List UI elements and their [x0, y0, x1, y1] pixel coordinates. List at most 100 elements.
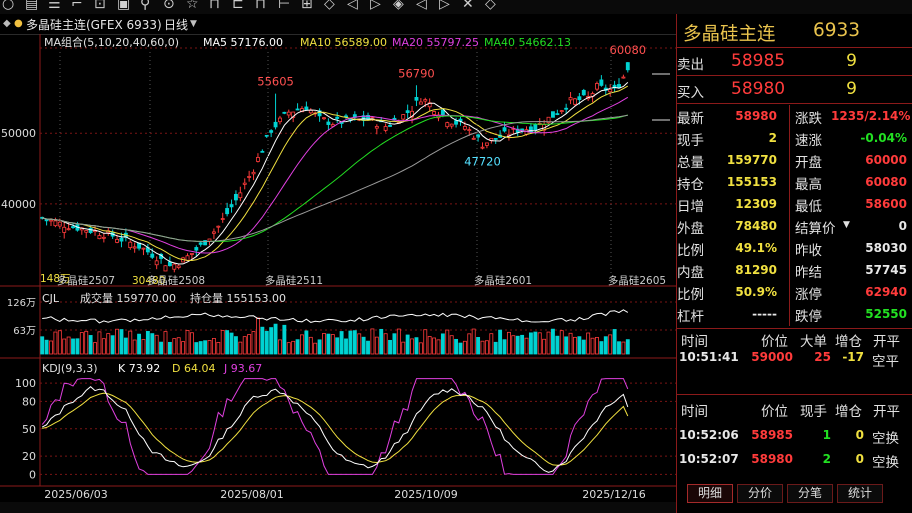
volume-bar	[370, 328, 375, 355]
period-dropdown-icon[interactable]: ▼	[190, 19, 197, 29]
volume-bar	[489, 333, 494, 355]
star-icon[interactable]: ⚲	[140, 0, 150, 12]
chart-icon[interactable]: ⌐	[71, 0, 83, 12]
arrow-left-icon[interactable]: ◈	[393, 0, 404, 12]
tag-icon[interactable]: ▷	[370, 0, 381, 12]
volume-bar	[612, 329, 617, 355]
tick-hand: 2	[822, 452, 831, 466]
sell-row[interactable]: 卖出 58985 9	[677, 51, 912, 73]
volume-bar	[449, 335, 454, 355]
flag-icon[interactable]: ⊏	[232, 0, 244, 12]
candle-body	[551, 111, 555, 118]
ma-legend-group: MA组合(5,10,20,40,60,0)	[44, 35, 179, 49]
quote-row: 日增 12309 最低 58600	[677, 194, 912, 216]
candle-body	[115, 238, 119, 243]
candle-body	[194, 247, 199, 251]
tab-trades[interactable]: 分笔	[787, 484, 833, 503]
big-qty: 25	[814, 350, 831, 364]
kdj-legend-d: D 64.04	[172, 362, 215, 375]
contract-label: 多晶硅2511	[265, 274, 323, 287]
tab-details[interactable]: 明细	[687, 484, 733, 503]
volume-bar	[454, 338, 459, 355]
menu-icon[interactable]: ☰	[48, 0, 61, 12]
volume-bar	[551, 328, 555, 355]
open-interest-line	[42, 309, 629, 324]
volume-bar	[379, 328, 384, 355]
volume-bar	[269, 327, 274, 355]
volume-bar	[97, 331, 102, 355]
chevron-down-icon[interactable]: ▼	[843, 220, 850, 230]
volume-bar	[348, 330, 353, 355]
window-icon[interactable]: ⊙	[163, 0, 175, 12]
kdj-tick-label: 100	[15, 377, 36, 390]
volume-bar	[520, 334, 525, 355]
volume-bar	[176, 337, 181, 355]
instrument-title[interactable]: 多晶硅主连(GFEX 6933)	[26, 16, 162, 33]
volume-bar	[44, 339, 49, 355]
candle-body	[211, 231, 216, 234]
volume-bar	[405, 334, 410, 355]
more-icon[interactable]: ◇	[485, 0, 496, 12]
candle-body	[564, 107, 569, 110]
volume-bar	[410, 338, 414, 355]
kline-chart[interactable]: 50000 40000 126万 63万 100 80 50 20 0 55605 56790 477…	[0, 34, 676, 502]
tick-row[interactable]: 10:52:06 58985 1 0 空换	[677, 428, 912, 450]
kdj-tick-label: 20	[22, 450, 36, 463]
list-icon[interactable]: ⊢	[278, 0, 290, 12]
back-icon[interactable]: ◇	[324, 0, 335, 12]
tick-inc: 0	[855, 428, 864, 442]
book-icon[interactable]: ⊞	[301, 0, 313, 12]
volume-bar	[462, 340, 467, 355]
volume-bar	[392, 333, 397, 355]
tick-inc: 0	[855, 452, 864, 466]
candle-body	[172, 263, 177, 270]
print-icon[interactable]: ▤	[25, 0, 38, 12]
volume-bar	[625, 339, 630, 355]
vol-legend-volume: 成交量 159770.00	[80, 291, 176, 305]
tab-stats[interactable]: 统计	[837, 484, 883, 503]
forward-icon[interactable]: ◁	[347, 0, 358, 12]
layout-icon[interactable]: ⊡	[94, 0, 106, 12]
circle-icon[interactable]: ○	[2, 0, 14, 12]
tab-price[interactable]: 分价	[737, 484, 783, 503]
volume-bar	[418, 342, 423, 355]
buy-label: 买入	[677, 85, 704, 101]
arrow-right-icon[interactable]: ◁	[416, 0, 427, 12]
volume-bar	[361, 336, 366, 355]
quote-label: 持仓	[677, 177, 704, 193]
quote-value: 81290	[735, 263, 777, 277]
date-label: 2025/06/03	[44, 488, 107, 501]
candle-body	[621, 76, 626, 79]
volume-bar	[573, 336, 577, 355]
big-order-row[interactable]: 10:51:41 59000 25 -17 空平	[677, 350, 912, 372]
volume-bar	[313, 342, 318, 355]
refresh-icon[interactable]: ⊓	[255, 0, 266, 12]
grid-icon[interactable]: ⊓	[209, 0, 220, 12]
buy-row[interactable]: 买入 58980 9	[677, 79, 912, 101]
candle-body	[418, 101, 423, 105]
volume-bar	[132, 339, 137, 355]
volume-bar	[79, 332, 84, 355]
close-icon[interactable]: ▷	[439, 0, 450, 12]
volume-bar	[229, 332, 234, 355]
kdj-tick-label: 50	[22, 423, 36, 436]
volume-bar	[185, 329, 190, 355]
dropdown-icon[interactable]: ◆	[3, 18, 11, 29]
tile-icon[interactable]: ☆	[186, 0, 199, 12]
tick-hand: 1	[822, 428, 831, 442]
volume-bar	[181, 341, 186, 355]
candle-body	[484, 142, 489, 146]
candle-body	[247, 176, 252, 178]
candle-body	[401, 114, 406, 120]
period-select[interactable]: 日线	[164, 16, 188, 33]
ma10-line	[42, 85, 629, 262]
candle-body	[167, 261, 172, 267]
tick-row[interactable]: 10:52:07 58980 2 0 空换	[677, 452, 912, 474]
tick-open: 空换	[872, 431, 899, 447]
diamond-icon[interactable]: ✕	[462, 0, 474, 12]
volume-bar	[366, 340, 370, 355]
tool-icon[interactable]: ▣	[117, 0, 130, 12]
quote-value: 49.1%	[735, 241, 777, 255]
volume-bar	[247, 334, 252, 355]
quote-panel: 多晶硅主连 6933 卖出 58985 9 买入 58980 9 最新 58980…	[676, 14, 912, 513]
